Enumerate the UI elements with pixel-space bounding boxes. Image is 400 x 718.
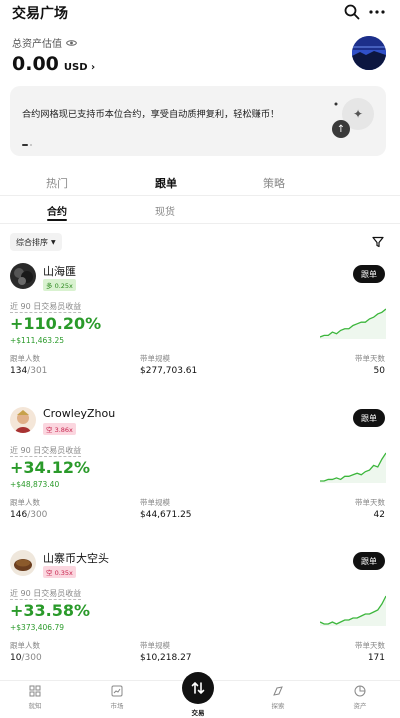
tab-strategy[interactable]: 策略 bbox=[263, 175, 285, 191]
trader-card[interactable]: CrowleyZhou 空 3.86x 跟单 近 90 日交易员收益 +34.1… bbox=[0, 407, 400, 547]
tab-copy-trading[interactable]: 跟单 bbox=[155, 175, 177, 191]
roi-sparkline bbox=[320, 595, 386, 626]
asset-label: 总资产估值 bbox=[12, 35, 77, 50]
trader-name[interactable]: CrowleyZhou bbox=[43, 407, 115, 420]
nav-market[interactable]: 市场 bbox=[97, 685, 137, 710]
pnl-value: +$111,463.25 bbox=[10, 336, 64, 345]
aum-value: $44,671.25 bbox=[140, 510, 192, 520]
followers-value: 134/301 bbox=[10, 366, 48, 376]
roi-sparkline bbox=[320, 308, 386, 339]
roi-label: 近 90 日交易员收益 bbox=[10, 446, 82, 457]
banner-text: 合约网格现已支持币本位合约，享受自动质押复利，轻松赚币！ bbox=[22, 109, 280, 120]
roi-label: 近 90 日交易员收益 bbox=[10, 589, 82, 600]
close-icon[interactable] bbox=[332, 100, 340, 108]
roi-sparkline bbox=[320, 452, 386, 483]
roi-value: +110.20% bbox=[10, 314, 102, 333]
followers-value: 146/300 bbox=[10, 510, 48, 520]
trader-avatar[interactable] bbox=[10, 263, 36, 289]
trader-card[interactable]: 山海匯 多 0.25x 跟单 近 90 日交易员收益 +110.20% +$11… bbox=[0, 263, 400, 403]
nav-explore[interactable]: 探索 bbox=[258, 685, 298, 710]
page-title: 交易广场 bbox=[12, 6, 68, 22]
aum-label: 带单规模 bbox=[140, 498, 170, 507]
asset-value[interactable]: 0.00 USD › bbox=[12, 53, 95, 75]
days-label: 带单天数 bbox=[355, 641, 385, 650]
aum-label: 带单规模 bbox=[140, 354, 170, 363]
arrow-up-icon[interactable]: ↑ bbox=[332, 120, 350, 138]
aum-label: 带单规模 bbox=[140, 641, 170, 650]
follow-button[interactable]: 跟单 bbox=[353, 265, 385, 283]
subtab-indicator bbox=[47, 219, 67, 221]
banner-pagination bbox=[22, 144, 32, 146]
followers-label: 跟单人数 bbox=[10, 498, 40, 507]
sparkline-area bbox=[320, 453, 386, 483]
days-value: 171 bbox=[367, 653, 385, 663]
pnl-value: +$48,873.40 bbox=[10, 480, 60, 489]
nav-discover[interactable]: 就知 bbox=[15, 685, 55, 710]
roi-value: +33.58% bbox=[10, 601, 91, 620]
tab-hot[interactable]: 热门 bbox=[46, 175, 68, 191]
nav-label: 探索 bbox=[271, 702, 285, 710]
filter-icon[interactable] bbox=[372, 236, 384, 248]
position-badge: 空 3.86x bbox=[43, 423, 76, 435]
asset-currency: USD › bbox=[63, 62, 96, 73]
trader-name[interactable]: 山寨币大空头 bbox=[43, 550, 109, 566]
asset-label-text: 总资产估值 bbox=[12, 39, 62, 50]
nav-label: 市场 bbox=[110, 702, 124, 710]
app-header: 交易广场 bbox=[0, 0, 400, 26]
followers-value: 10/300 bbox=[10, 653, 42, 663]
nav-label: 就知 bbox=[28, 702, 42, 710]
position-badge: 多 0.25x bbox=[43, 279, 76, 291]
eye-icon[interactable] bbox=[66, 39, 77, 47]
position-badge: 空 0.35x bbox=[43, 566, 76, 578]
days-label: 带单天数 bbox=[355, 354, 385, 363]
trader-avatar[interactable] bbox=[10, 550, 36, 576]
nav-trade-label: 交易 bbox=[191, 709, 205, 717]
followers-label: 跟单人数 bbox=[10, 354, 40, 363]
roi-label: 近 90 日交易员收益 bbox=[10, 302, 82, 313]
more-icon[interactable] bbox=[368, 4, 386, 20]
aum-value: $10,218.27 bbox=[140, 653, 192, 663]
main-tabs: 热门 跟单 策略 bbox=[0, 170, 400, 196]
swap-icon bbox=[191, 681, 205, 695]
pie-icon bbox=[354, 685, 366, 697]
follow-button[interactable]: 跟单 bbox=[353, 409, 385, 427]
chevron-down-icon: ▼ bbox=[51, 238, 56, 246]
days-value: 42 bbox=[373, 510, 385, 520]
grid-icon bbox=[29, 685, 41, 697]
user-avatar[interactable] bbox=[352, 36, 386, 70]
trader-avatar[interactable] bbox=[10, 407, 36, 433]
days-label: 带单天数 bbox=[355, 498, 385, 507]
aum-value: $277,703.61 bbox=[140, 366, 198, 376]
pnl-value: +$373,406.79 bbox=[10, 623, 64, 632]
trader-card[interactable]: 山寨币大空头 空 0.35x 跟单 近 90 日交易员收益 +33.58% +$… bbox=[0, 550, 400, 690]
announcement-banner[interactable]: 合约网格现已支持币本位合约，享受自动质押复利，轻松赚币！ ✦ ↑ bbox=[10, 86, 386, 156]
subtab-spot[interactable]: 现货 bbox=[155, 203, 175, 218]
compass-icon bbox=[273, 686, 283, 696]
follow-button[interactable]: 跟单 bbox=[353, 552, 385, 570]
chart-icon bbox=[111, 685, 123, 697]
nav-trade[interactable] bbox=[182, 672, 214, 704]
roi-value: +34.12% bbox=[10, 458, 91, 477]
sort-dropdown[interactable]: 综合排序 ▼ bbox=[10, 233, 62, 251]
asset-amount: 0.00 bbox=[12, 53, 59, 75]
followers-label: 跟单人数 bbox=[10, 641, 40, 650]
nav-assets[interactable]: 资产 bbox=[340, 685, 380, 710]
sub-tabs: 合约 现货 bbox=[0, 196, 400, 224]
search-icon[interactable] bbox=[344, 4, 360, 20]
sort-label: 综合排序 bbox=[16, 237, 48, 247]
days-value: 50 bbox=[373, 366, 385, 376]
subtab-futures[interactable]: 合约 bbox=[47, 203, 67, 218]
trader-name[interactable]: 山海匯 bbox=[43, 263, 76, 279]
nav-label: 资产 bbox=[353, 702, 367, 710]
